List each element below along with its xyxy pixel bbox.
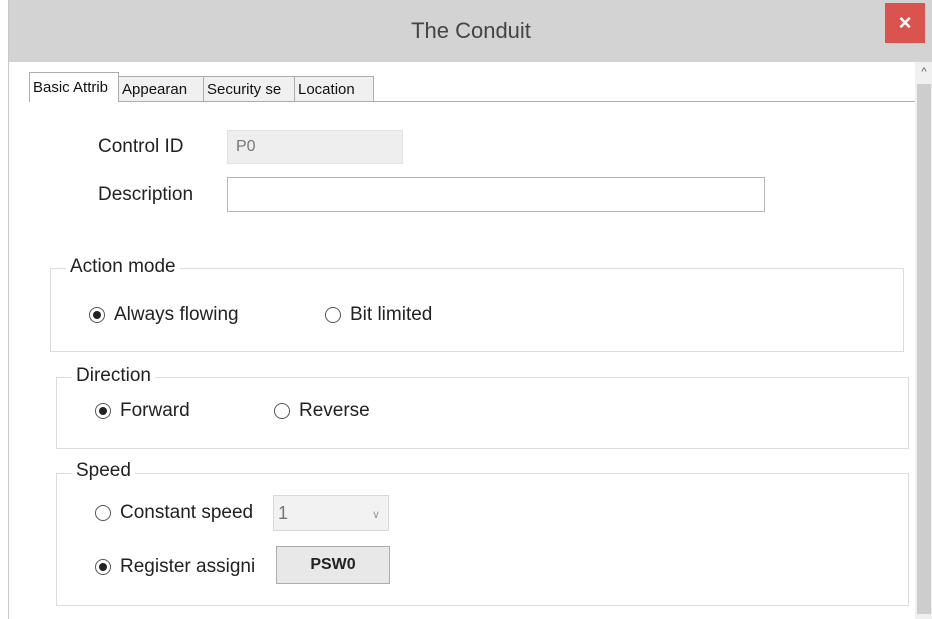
window-title: The Conduit [411, 18, 531, 43]
description-label: Description [98, 184, 194, 205]
radio-forward-label: Forward [120, 400, 190, 421]
close-icon[interactable]: × [885, 3, 925, 43]
control-id-field: P0 [227, 130, 403, 164]
radio-constant-speed[interactable]: Constant speed [95, 502, 253, 524]
tab-appearance[interactable]: Appearan [118, 76, 204, 102]
chevron-down-icon: ∨ [371, 509, 380, 521]
title-bar[interactable]: The Conduit × [9, 0, 932, 62]
radio-unselected-icon [274, 403, 290, 419]
radio-selected-icon [95, 403, 111, 419]
radio-register-assign[interactable]: Register assigni [95, 556, 265, 578]
tab-divider [29, 101, 915, 102]
conduit-dialog: The Conduit × ^ Basic Attrib Appearan Se… [8, 0, 932, 619]
tab-security-settings[interactable]: Security se [203, 76, 295, 102]
control-id-label: Control ID [98, 136, 184, 157]
tab-strip: Basic Attrib Appearan Security se Locati… [29, 72, 374, 102]
constant-speed-select[interactable]: 1 ∨ [273, 495, 389, 531]
scroll-thumb[interactable] [917, 84, 931, 614]
register-psw-button[interactable]: PSW0 [276, 546, 390, 584]
speed-title: Speed [72, 460, 135, 482]
action-mode-title: Action mode [66, 256, 180, 278]
radio-reverse-label: Reverse [299, 400, 370, 421]
radio-reverse[interactable]: Reverse [274, 400, 370, 422]
constant-speed-value: 1 [278, 502, 289, 523]
radio-unselected-icon [95, 505, 111, 521]
tab-location[interactable]: Location [294, 76, 374, 102]
radio-bit-limited-label: Bit limited [350, 304, 433, 325]
description-input[interactable] [227, 177, 765, 212]
radio-selected-icon [89, 307, 105, 323]
vertical-scrollbar[interactable]: ^ [915, 62, 932, 619]
direction-title: Direction [72, 365, 155, 387]
speed-group [56, 473, 909, 606]
radio-unselected-icon [325, 307, 341, 323]
radio-constant-speed-label: Constant speed [120, 502, 254, 523]
radio-always-flowing-label: Always flowing [114, 304, 239, 325]
radio-bit-limited[interactable]: Bit limited [325, 304, 432, 326]
tab-basic-attributes[interactable]: Basic Attrib [29, 72, 119, 102]
radio-always-flowing[interactable]: Always flowing [89, 304, 239, 326]
radio-register-assign-label: Register assigni [120, 556, 256, 577]
radio-forward[interactable]: Forward [95, 400, 190, 422]
scroll-up-icon[interactable]: ^ [915, 62, 932, 82]
radio-selected-icon [95, 559, 111, 575]
